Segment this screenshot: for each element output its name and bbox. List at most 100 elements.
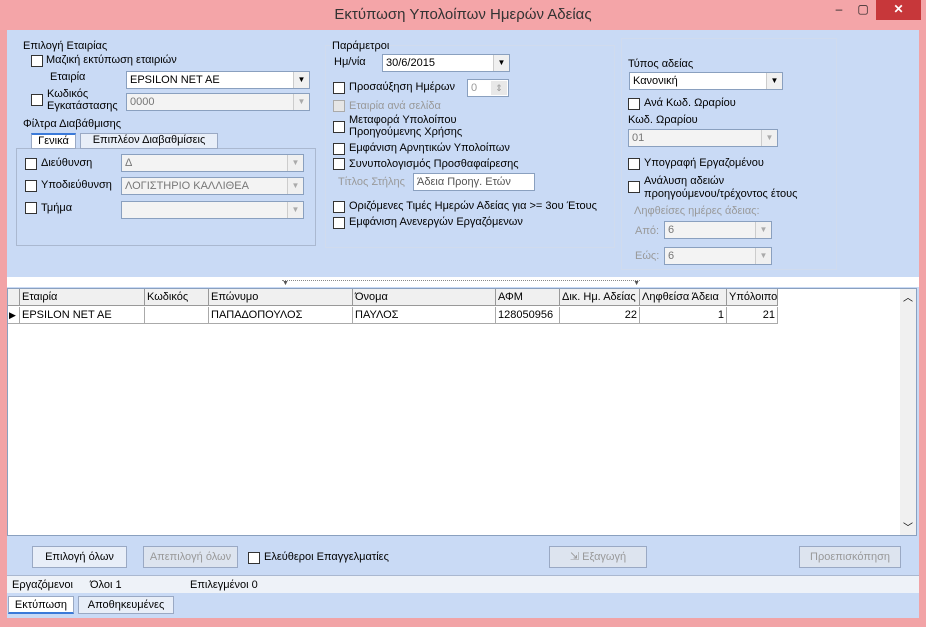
cell-company[interactable]: EPSILON NET AE	[20, 307, 145, 324]
company-section-title: Επιλογή Εταιρίας	[23, 40, 108, 52]
install-code-label: Κωδικός Εγκατάστασης	[47, 88, 118, 112]
to-select[interactable]: 6 ▼	[664, 247, 772, 265]
company-label: Εταιρία	[50, 71, 86, 83]
carry-over-checkbox[interactable]	[333, 121, 345, 133]
chevron-down-icon: ▼	[293, 94, 309, 110]
status-selected-count: Επιλεγμένοι 0	[190, 579, 258, 591]
chevron-down-icon: ▼	[755, 222, 771, 238]
direction-label: Διεύθυνση	[41, 157, 93, 169]
minimize-button[interactable]: ‒	[826, 0, 852, 20]
splitter-handle[interactable]: ▼ ▼	[282, 280, 640, 287]
date-label: Ημ/νία	[334, 56, 366, 68]
cell-entitled[interactable]: 22	[560, 307, 640, 324]
schedule-code-select[interactable]: 01 ▼	[628, 129, 778, 147]
column-title-label: Τίτλος Στήλης	[338, 176, 405, 188]
to-label: Εώς:	[635, 250, 660, 262]
column-header-code[interactable]: Κωδικός	[145, 289, 209, 306]
cell-balance[interactable]: 21	[727, 307, 778, 324]
tab-more-filters[interactable]: Επιπλέον Διαβαθμίσεις	[80, 133, 218, 149]
leave-type-label: Τύπος αδείας	[628, 58, 694, 70]
cell-taken[interactable]: 1	[640, 307, 727, 324]
show-negative-label: Εμφάνιση Αρνητικών Υπολοίπων	[349, 142, 510, 154]
params-section-title: Παράμετροι	[332, 40, 390, 52]
show-inactive-checkbox[interactable]	[333, 217, 345, 229]
spinner-icon[interactable]: ⇕	[491, 81, 507, 95]
chevron-down-icon: ▼	[755, 248, 771, 264]
increase-days-value: 0	[471, 82, 478, 94]
direction-select[interactable]: Δ ▼	[121, 154, 304, 172]
subdirection-label: Υποδιεύθυνση	[41, 179, 112, 191]
column-header-balance[interactable]: Υπόλοιπο	[727, 289, 778, 306]
close-button[interactable]: ✕	[876, 0, 921, 20]
company-per-page-label: Εταιρία ανά σελίδα	[349, 100, 441, 112]
cell-surname[interactable]: ΠΑΠΑΔΟΠΟΥΛΟΣ	[209, 307, 353, 324]
column-header-taken[interactable]: Ληφθείσα Άδεια	[640, 289, 727, 306]
cell-afm[interactable]: 128050956	[496, 307, 560, 324]
export-button[interactable]: ⇲ Εξαγωγή	[549, 546, 647, 568]
bulk-print-checkbox[interactable]	[31, 55, 43, 67]
offsetting-label: Συνυπολογισμός Προσθαφαίρεσης	[349, 158, 519, 170]
chevron-up-icon[interactable]: ︿	[900, 289, 916, 305]
subdirection-value: ΛΟΓΙΣΤΗΡΙΟ ΚΑΛΛΙΘΕΑ	[125, 180, 249, 192]
taken-days-label: Ληφθείσες ημέρες άδειας:	[634, 205, 760, 217]
status-employees: Εργαζόμενοι	[12, 579, 73, 591]
horizontal-values-checkbox[interactable]	[333, 201, 345, 213]
date-picker[interactable]: 30/6/2015 ▼	[382, 54, 510, 72]
schedule-code-label: Κωδ. Ωραρίου	[628, 114, 698, 126]
employees-grid[interactable]: Εταιρία Κωδικός Επώνυμο Όνομα ΑΦΜ Δικ. Η…	[7, 288, 917, 536]
deselect-all-button[interactable]: Απεπιλογή όλων	[143, 546, 238, 568]
company-per-page-checkbox[interactable]	[333, 100, 345, 112]
offsetting-checkbox[interactable]	[333, 158, 345, 170]
chevron-down-icon[interactable]: ﹀	[900, 519, 916, 535]
install-code-select[interactable]: 0000 ▼	[126, 93, 310, 111]
column-header-company[interactable]: Εταιρία	[20, 289, 145, 306]
show-negative-checkbox[interactable]	[333, 143, 345, 155]
column-title-input[interactable]: Άδεια Προηγ. Ετών	[413, 173, 535, 191]
chevron-down-icon: ▼	[293, 72, 309, 88]
direction-checkbox[interactable]	[25, 158, 37, 170]
increase-days-checkbox[interactable]	[333, 82, 345, 94]
analysis-checkbox[interactable]	[628, 181, 640, 193]
install-code-value: 0000	[130, 96, 155, 108]
subdirection-checkbox[interactable]	[25, 180, 37, 192]
column-header-entitled[interactable]: Δικ. Ημ. Αδείας	[560, 289, 640, 306]
install-code-checkbox[interactable]	[31, 94, 43, 106]
department-checkbox[interactable]	[25, 202, 37, 214]
freelancers-checkbox[interactable]	[248, 552, 260, 564]
bulk-print-label: Μαζική εκτύπωση εταιριών	[46, 54, 177, 66]
column-title-value: Άδεια Προηγ. Ετών	[417, 176, 511, 188]
chevron-down-icon: ▼	[766, 73, 782, 89]
increase-days-stepper[interactable]: 0 ⇕	[467, 79, 509, 97]
preview-button[interactable]: Προεπισκόπηση	[799, 546, 901, 568]
direction-value: Δ	[125, 157, 133, 169]
maximize-button[interactable]: ▢	[852, 0, 874, 20]
per-schedule-checkbox[interactable]	[628, 98, 640, 110]
cell-code[interactable]	[145, 307, 209, 324]
tab-general[interactable]: Γενικά	[31, 133, 76, 149]
company-select[interactable]: EPSILON NET AE ▼	[126, 71, 310, 89]
employee-signature-checkbox[interactable]	[628, 158, 640, 170]
grid-vertical-scrollbar[interactable]: ︿ ﹀	[900, 289, 916, 535]
employee-signature-label: Υπογραφή Εργαζομένου	[644, 157, 764, 169]
department-select[interactable]: ▼	[121, 201, 304, 219]
column-header-name[interactable]: Όνομα	[353, 289, 496, 306]
tab-print[interactable]: Εκτύπωση	[8, 596, 74, 614]
to-value: 6	[668, 250, 675, 262]
export-label: Εξαγωγή	[582, 551, 627, 563]
triangle-down-icon: ▼	[633, 280, 640, 287]
department-label: Τμήμα	[41, 202, 73, 214]
chevron-down-icon: ▼	[287, 178, 303, 194]
select-all-button[interactable]: Επιλογή όλων	[32, 546, 127, 568]
cell-name[interactable]: ΠΑΥΛΟΣ	[353, 307, 496, 324]
subdirection-select[interactable]: ΛΟΓΙΣΤΗΡΙΟ ΚΑΛΛΙΘΕΑ ▼	[121, 177, 304, 195]
column-header-afm[interactable]: ΑΦΜ	[496, 289, 560, 306]
leave-type-select[interactable]: Κανονική ▼	[629, 72, 783, 90]
tab-saved[interactable]: Αποθηκευμένες	[78, 596, 174, 614]
status-all-count: Όλοι 1	[90, 579, 122, 591]
company-value: EPSILON NET AE	[130, 74, 220, 86]
from-select[interactable]: 6 ▼	[664, 221, 772, 239]
filters-section-title: Φίλτρα Διαβάθμισης	[23, 118, 122, 130]
chevron-down-icon: ▼	[761, 130, 777, 146]
from-value: 6	[668, 224, 675, 236]
column-header-surname[interactable]: Επώνυμο	[209, 289, 353, 306]
